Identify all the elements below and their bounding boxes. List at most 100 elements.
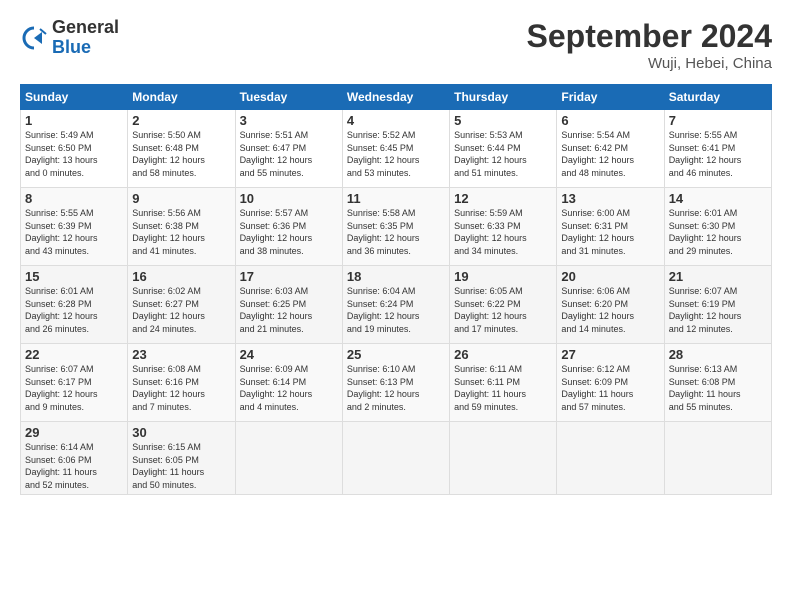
day-number: 24 (240, 347, 338, 362)
day-number: 13 (561, 191, 659, 206)
day-number: 2 (132, 113, 230, 128)
day-info: Sunrise: 5:57 AMSunset: 6:36 PMDaylight:… (240, 208, 313, 256)
day-info: Sunrise: 6:06 AMSunset: 6:20 PMDaylight:… (561, 286, 634, 334)
calendar-cell: 21 Sunrise: 6:07 AMSunset: 6:19 PMDaylig… (664, 266, 771, 344)
logo: General Blue (20, 18, 119, 58)
calendar-cell: 3 Sunrise: 5:51 AMSunset: 6:47 PMDayligh… (235, 110, 342, 188)
day-number: 8 (25, 191, 123, 206)
day-number: 29 (25, 425, 123, 440)
day-number: 27 (561, 347, 659, 362)
calendar-cell: 23 Sunrise: 6:08 AMSunset: 6:16 PMDaylig… (128, 344, 235, 422)
day-info: Sunrise: 6:03 AMSunset: 6:25 PMDaylight:… (240, 286, 313, 334)
day-number: 17 (240, 269, 338, 284)
day-info: Sunrise: 6:00 AMSunset: 6:31 PMDaylight:… (561, 208, 634, 256)
day-number: 19 (454, 269, 552, 284)
calendar-week-row: 8 Sunrise: 5:55 AMSunset: 6:39 PMDayligh… (21, 188, 772, 266)
day-number: 28 (669, 347, 767, 362)
calendar-cell: 27 Sunrise: 6:12 AMSunset: 6:09 PMDaylig… (557, 344, 664, 422)
location: Wuji, Hebei, China (527, 55, 772, 72)
header-cell-friday: Friday (557, 85, 664, 110)
calendar-cell (664, 422, 771, 495)
calendar-cell (235, 422, 342, 495)
calendar-cell: 1 Sunrise: 5:49 AMSunset: 6:50 PMDayligh… (21, 110, 128, 188)
calendar-cell: 9 Sunrise: 5:56 AMSunset: 6:38 PMDayligh… (128, 188, 235, 266)
logo-text: General Blue (52, 18, 119, 58)
calendar-cell: 18 Sunrise: 6:04 AMSunset: 6:24 PMDaylig… (342, 266, 449, 344)
day-info: Sunrise: 5:54 AMSunset: 6:42 PMDaylight:… (561, 130, 634, 178)
day-info: Sunrise: 5:55 AMSunset: 6:41 PMDaylight:… (669, 130, 742, 178)
calendar-cell: 5 Sunrise: 5:53 AMSunset: 6:44 PMDayligh… (450, 110, 557, 188)
day-number: 4 (347, 113, 445, 128)
calendar-cell (450, 422, 557, 495)
calendar-cell: 10 Sunrise: 5:57 AMSunset: 6:36 PMDaylig… (235, 188, 342, 266)
day-info: Sunrise: 5:53 AMSunset: 6:44 PMDaylight:… (454, 130, 527, 178)
calendar-cell: 6 Sunrise: 5:54 AMSunset: 6:42 PMDayligh… (557, 110, 664, 188)
header-cell-thursday: Thursday (450, 85, 557, 110)
logo-blue-text: Blue (52, 38, 119, 58)
day-number: 15 (25, 269, 123, 284)
day-info: Sunrise: 5:52 AMSunset: 6:45 PMDaylight:… (347, 130, 420, 178)
header-cell-monday: Monday (128, 85, 235, 110)
day-number: 12 (454, 191, 552, 206)
day-info: Sunrise: 6:02 AMSunset: 6:27 PMDaylight:… (132, 286, 205, 334)
day-info: Sunrise: 6:12 AMSunset: 6:09 PMDaylight:… (561, 364, 633, 412)
day-info: Sunrise: 6:01 AMSunset: 6:30 PMDaylight:… (669, 208, 742, 256)
calendar-cell: 7 Sunrise: 5:55 AMSunset: 6:41 PMDayligh… (664, 110, 771, 188)
day-info: Sunrise: 5:58 AMSunset: 6:35 PMDaylight:… (347, 208, 420, 256)
day-number: 20 (561, 269, 659, 284)
day-info: Sunrise: 6:07 AMSunset: 6:17 PMDaylight:… (25, 364, 98, 412)
header-cell-saturday: Saturday (664, 85, 771, 110)
day-info: Sunrise: 6:07 AMSunset: 6:19 PMDaylight:… (669, 286, 742, 334)
calendar-cell (342, 422, 449, 495)
day-info: Sunrise: 5:55 AMSunset: 6:39 PMDaylight:… (25, 208, 98, 256)
day-number: 14 (669, 191, 767, 206)
calendar-cell: 25 Sunrise: 6:10 AMSunset: 6:13 PMDaylig… (342, 344, 449, 422)
day-number: 5 (454, 113, 552, 128)
calendar-week-row: 22 Sunrise: 6:07 AMSunset: 6:17 PMDaylig… (21, 344, 772, 422)
calendar-cell: 11 Sunrise: 5:58 AMSunset: 6:35 PMDaylig… (342, 188, 449, 266)
calendar-cell: 24 Sunrise: 6:09 AMSunset: 6:14 PMDaylig… (235, 344, 342, 422)
day-info: Sunrise: 6:04 AMSunset: 6:24 PMDaylight:… (347, 286, 420, 334)
calendar-cell: 8 Sunrise: 5:55 AMSunset: 6:39 PMDayligh… (21, 188, 128, 266)
day-info: Sunrise: 6:10 AMSunset: 6:13 PMDaylight:… (347, 364, 420, 412)
day-number: 25 (347, 347, 445, 362)
calendar-week-row: 15 Sunrise: 6:01 AMSunset: 6:28 PMDaylig… (21, 266, 772, 344)
calendar-cell: 2 Sunrise: 5:50 AMSunset: 6:48 PMDayligh… (128, 110, 235, 188)
calendar-cell: 26 Sunrise: 6:11 AMSunset: 6:11 PMDaylig… (450, 344, 557, 422)
day-number: 9 (132, 191, 230, 206)
calendar-table: SundayMondayTuesdayWednesdayThursdayFrid… (20, 84, 772, 495)
calendar-cell: 19 Sunrise: 6:05 AMSunset: 6:22 PMDaylig… (450, 266, 557, 344)
calendar-cell: 14 Sunrise: 6:01 AMSunset: 6:30 PMDaylig… (664, 188, 771, 266)
day-number: 3 (240, 113, 338, 128)
calendar-week-row: 29 Sunrise: 6:14 AMSunset: 6:06 PMDaylig… (21, 422, 772, 495)
calendar-cell: 30 Sunrise: 6:15 AMSunset: 6:05 PMDaylig… (128, 422, 235, 495)
header-cell-sunday: Sunday (21, 85, 128, 110)
day-info: Sunrise: 6:05 AMSunset: 6:22 PMDaylight:… (454, 286, 527, 334)
day-number: 18 (347, 269, 445, 284)
calendar-cell: 12 Sunrise: 5:59 AMSunset: 6:33 PMDaylig… (450, 188, 557, 266)
header-cell-wednesday: Wednesday (342, 85, 449, 110)
day-info: Sunrise: 6:13 AMSunset: 6:08 PMDaylight:… (669, 364, 741, 412)
day-number: 22 (25, 347, 123, 362)
day-number: 16 (132, 269, 230, 284)
calendar-cell: 22 Sunrise: 6:07 AMSunset: 6:17 PMDaylig… (21, 344, 128, 422)
day-number: 23 (132, 347, 230, 362)
day-number: 6 (561, 113, 659, 128)
day-number: 1 (25, 113, 123, 128)
calendar-cell: 4 Sunrise: 5:52 AMSunset: 6:45 PMDayligh… (342, 110, 449, 188)
day-info: Sunrise: 6:14 AMSunset: 6:06 PMDaylight:… (25, 442, 97, 490)
day-number: 26 (454, 347, 552, 362)
day-number: 7 (669, 113, 767, 128)
calendar-week-row: 1 Sunrise: 5:49 AMSunset: 6:50 PMDayligh… (21, 110, 772, 188)
day-number: 11 (347, 191, 445, 206)
calendar-header-row: SundayMondayTuesdayWednesdayThursdayFrid… (21, 85, 772, 110)
calendar-body: 1 Sunrise: 5:49 AMSunset: 6:50 PMDayligh… (21, 110, 772, 495)
day-info: Sunrise: 5:59 AMSunset: 6:33 PMDaylight:… (454, 208, 527, 256)
calendar-cell: 28 Sunrise: 6:13 AMSunset: 6:08 PMDaylig… (664, 344, 771, 422)
day-info: Sunrise: 6:08 AMSunset: 6:16 PMDaylight:… (132, 364, 205, 412)
day-info: Sunrise: 6:15 AMSunset: 6:05 PMDaylight:… (132, 442, 204, 490)
day-number: 10 (240, 191, 338, 206)
month-title: September 2024 (527, 18, 772, 55)
day-info: Sunrise: 5:56 AMSunset: 6:38 PMDaylight:… (132, 208, 205, 256)
calendar-container: General Blue September 2024 Wuji, Hebei,… (0, 0, 792, 505)
